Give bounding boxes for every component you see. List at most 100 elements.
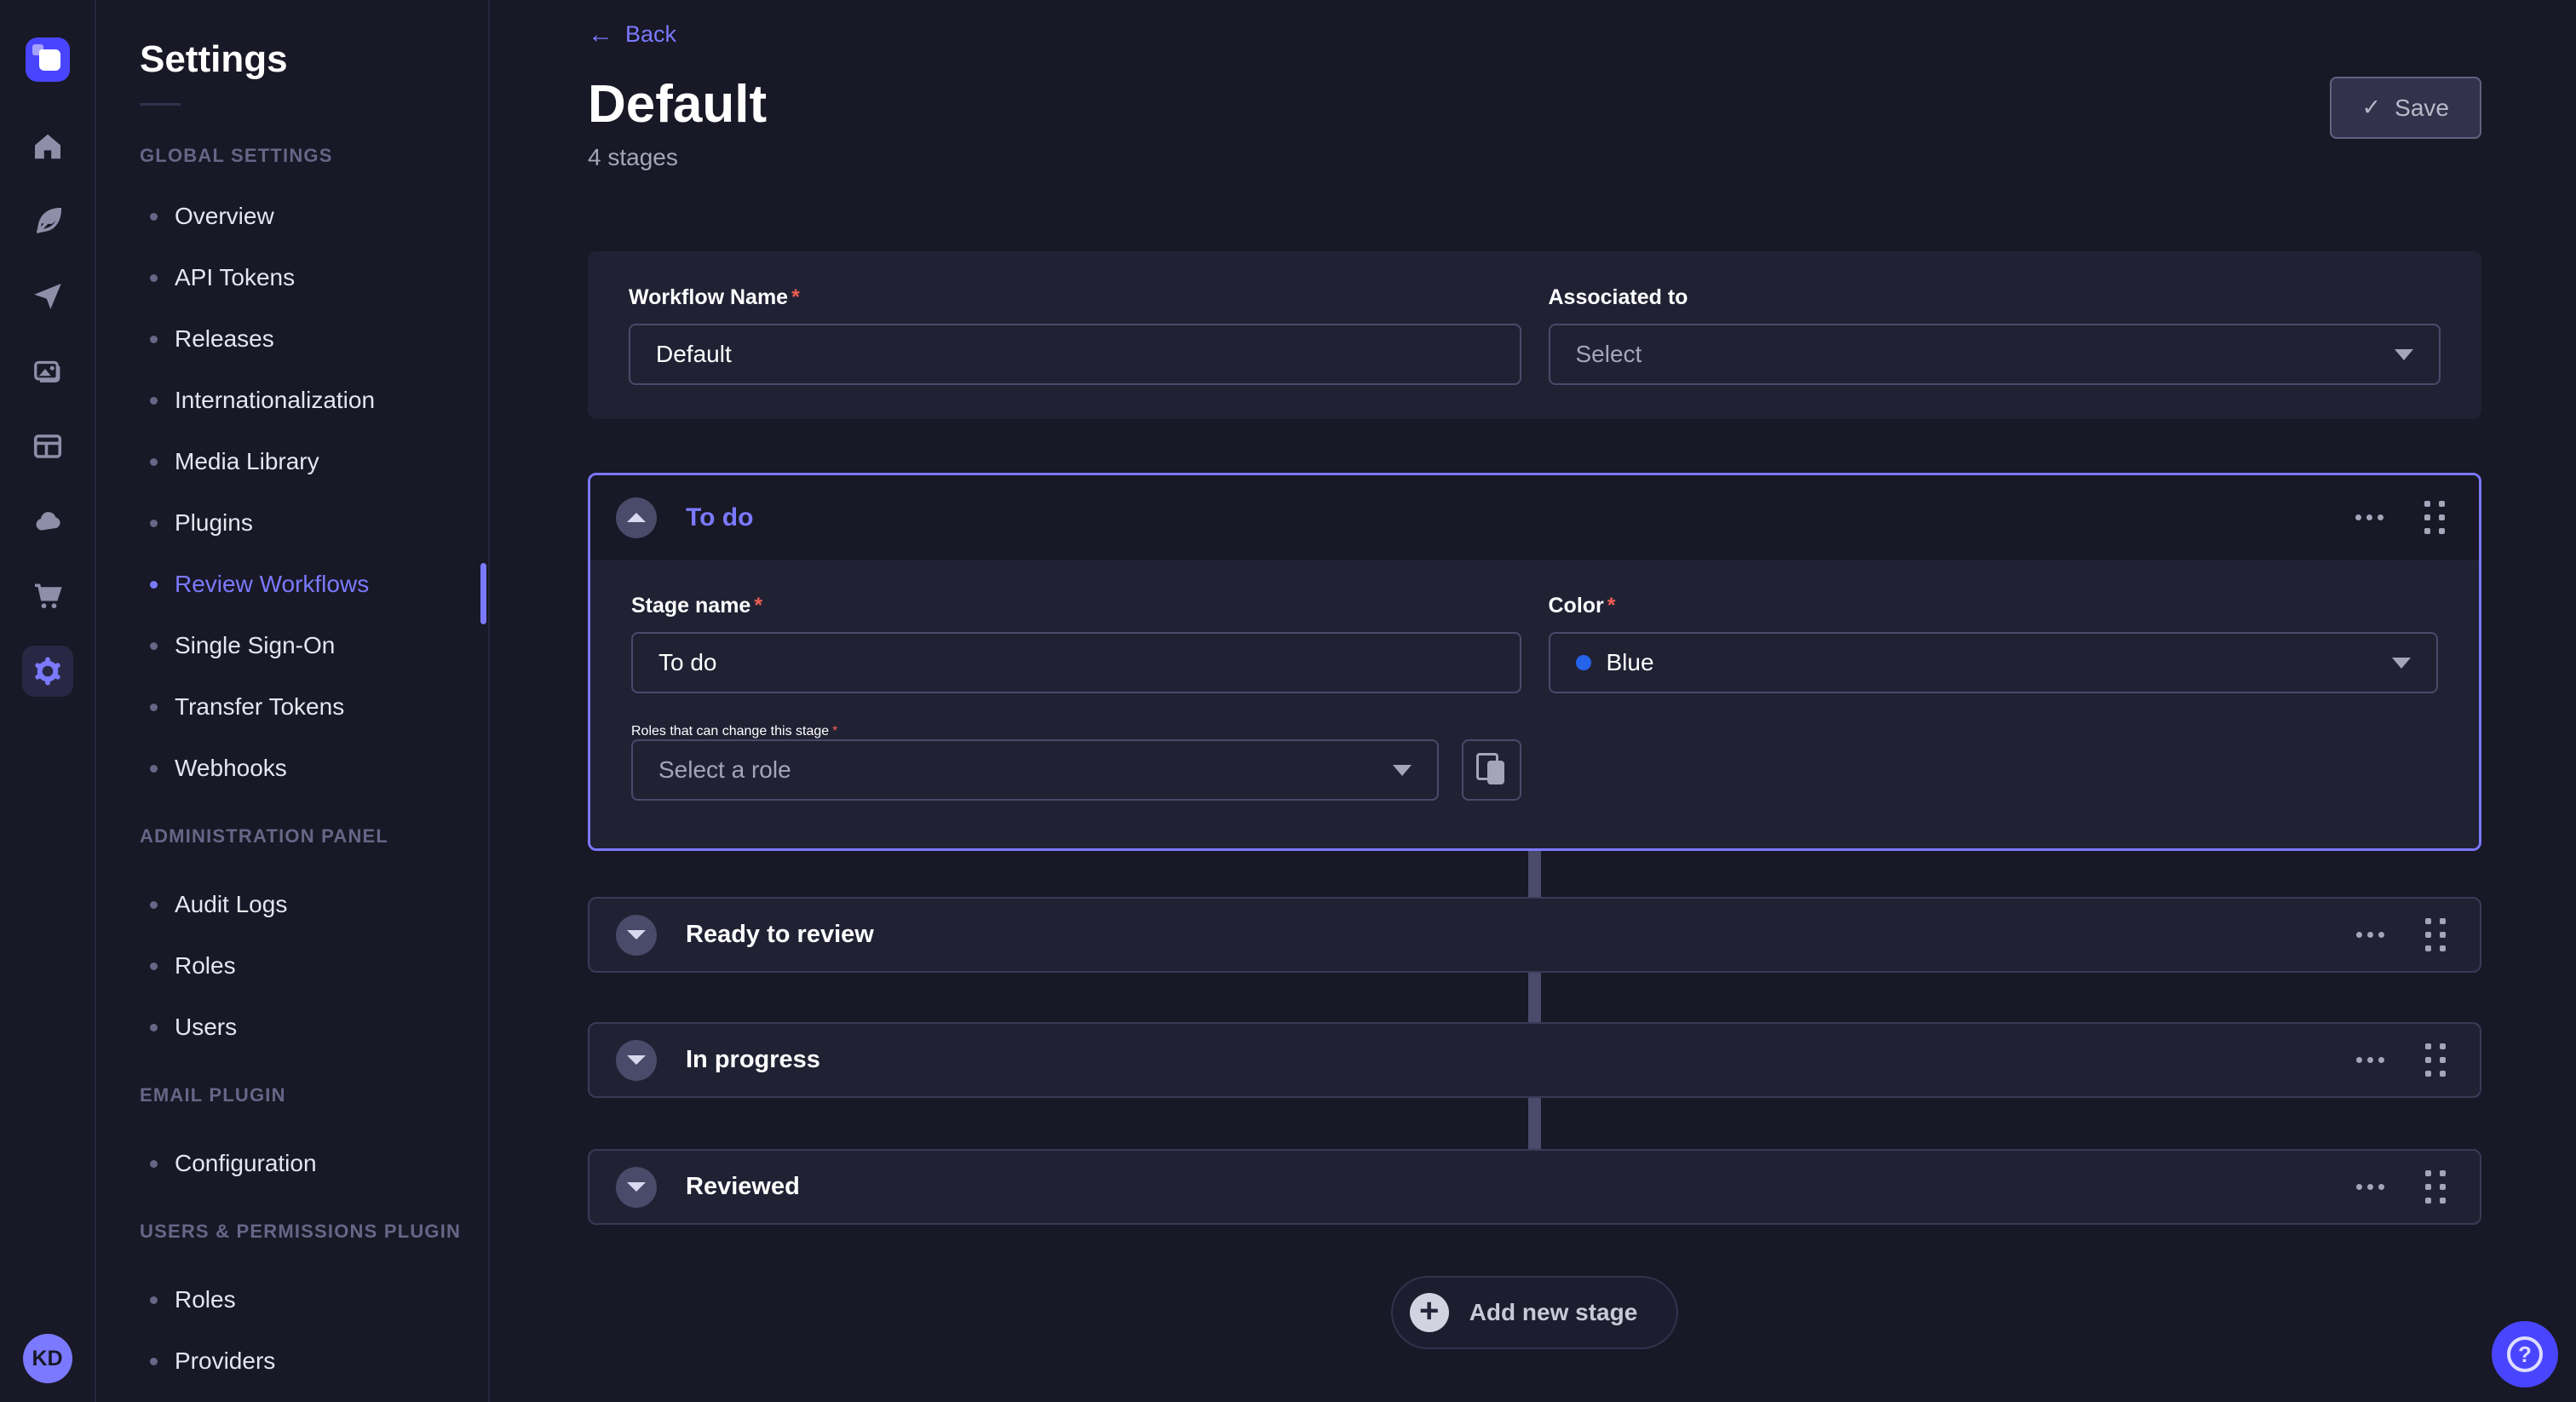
stage-header-to-do: To do: [590, 475, 2479, 560]
workflow-name-label: Workflow Name*: [629, 285, 1521, 310]
blue-color-dot-icon: [1576, 655, 1591, 670]
chevron-down-icon: [2395, 349, 2413, 360]
settings-sidebar: Settings GLOBAL SETTINGS Overview API To…: [96, 0, 490, 1402]
add-stage-row: + Add new stage: [588, 1276, 2481, 1349]
active-item-indicator: [480, 563, 486, 624]
stage-options-menu-button[interactable]: [2354, 509, 2385, 526]
home-icon[interactable]: [22, 121, 73, 172]
sidebar-title: Settings: [140, 39, 488, 80]
chevron-down-icon: [627, 1182, 646, 1192]
sidebar-item-admin-users[interactable]: Users: [96, 997, 488, 1058]
bullet-icon: [150, 520, 158, 527]
stage-roles-label: Roles that can change this stage*: [631, 724, 837, 738]
nav-rail: KD: [0, 0, 96, 1402]
sidebar-item-plugins[interactable]: Plugins: [96, 492, 488, 554]
stage-connector-line: [1528, 973, 1541, 1022]
media-library-icon[interactable]: [22, 346, 73, 397]
question-mark-icon: ?: [2507, 1336, 2543, 1372]
sidebar-item-up-providers[interactable]: Providers: [96, 1330, 488, 1392]
strapi-logo-icon[interactable]: [26, 37, 70, 82]
sidebar-item-api-tokens[interactable]: API Tokens: [96, 247, 488, 308]
bullet-icon: [150, 962, 158, 970]
expand-stage-button[interactable]: [616, 1040, 657, 1081]
bullet-icon: [150, 1296, 158, 1304]
content-manager-feather-icon[interactable]: [22, 196, 73, 247]
sidebar-item-single-sign-on[interactable]: Single Sign-On: [96, 615, 488, 676]
stage-card-reviewed: Reviewed: [588, 1149, 2481, 1225]
select-placeholder: Select: [1576, 341, 1642, 368]
chevron-up-icon: [627, 513, 646, 522]
sidebar-item-admin-roles[interactable]: Roles: [96, 935, 488, 997]
sidebar-item-webhooks[interactable]: Webhooks: [96, 738, 488, 799]
stage-options-menu-button[interactable]: [2355, 1179, 2386, 1195]
expand-stage-button[interactable]: [616, 915, 657, 956]
workflow-name-input[interactable]: [629, 324, 1521, 385]
sidebar-item-transfer-tokens[interactable]: Transfer Tokens: [96, 676, 488, 738]
stage-color-select[interactable]: Blue: [1549, 632, 2439, 693]
stage-name-label: Stage name*: [631, 594, 1521, 618]
stage-title: To do: [686, 503, 753, 532]
user-avatar[interactable]: KD: [23, 1334, 72, 1383]
help-button[interactable]: ?: [2492, 1321, 2558, 1388]
bullet-icon: [150, 642, 158, 650]
stage-name-input[interactable]: [631, 632, 1521, 693]
stage-body: Stage name* Color* Blue: [590, 560, 2479, 848]
stage-card-to-do: To do Stage name*: [588, 473, 2481, 851]
add-new-stage-button[interactable]: + Add new stage: [1391, 1276, 1679, 1349]
bullet-icon: [150, 274, 158, 282]
stage-header-actions: [2355, 918, 2446, 951]
stage-roles-field: Roles that can change this stage* Select…: [631, 724, 1521, 801]
sidebar-item-up-roles[interactable]: Roles: [96, 1269, 488, 1330]
chevron-down-icon: [627, 930, 646, 939]
bullet-icon: [150, 213, 158, 221]
stage-header-actions: [2355, 1043, 2446, 1077]
cloud-icon[interactable]: [22, 496, 73, 547]
duplicate-roles-button[interactable]: [1462, 739, 1521, 801]
collapse-stage-button[interactable]: [616, 497, 657, 538]
associated-to-field: Associated to Select: [1549, 285, 2441, 385]
required-asterisk: *: [832, 724, 837, 738]
workflow-name-field: Workflow Name*: [629, 285, 1521, 385]
drag-handle-icon[interactable]: [2424, 501, 2445, 534]
settings-gear-icon[interactable]: [22, 646, 73, 697]
chevron-down-icon: [1393, 765, 1412, 776]
sidebar-item-internationalization[interactable]: Internationalization: [96, 370, 488, 431]
stage-title: In progress: [686, 1046, 820, 1074]
sidebar-item-review-workflows[interactable]: Review Workflows: [96, 554, 488, 615]
main-content: ← Back Default 4 stages ✓ Save Workflow …: [490, 0, 2576, 1402]
stage-name-field: Stage name*: [631, 594, 1521, 693]
drag-handle-icon[interactable]: [2425, 918, 2446, 951]
chevron-down-icon: [627, 1055, 646, 1065]
workflow-form-panel: Workflow Name* Associated to Select: [588, 251, 2481, 419]
paper-plane-icon[interactable]: [22, 271, 73, 322]
sidebar-item-overview[interactable]: Overview: [96, 186, 488, 247]
sidebar-item-releases[interactable]: Releases: [96, 308, 488, 370]
back-link[interactable]: ← Back: [588, 21, 676, 48]
sidebar-item-email-configuration[interactable]: Configuration: [96, 1133, 488, 1194]
stage-card-in-progress: In progress: [588, 1022, 2481, 1098]
expand-stage-button[interactable]: [616, 1167, 657, 1208]
bullet-icon: [150, 458, 158, 466]
back-label: Back: [625, 21, 676, 48]
stage-options-menu-button[interactable]: [2355, 927, 2386, 943]
sidebar-item-audit-logs[interactable]: Audit Logs: [96, 874, 488, 935]
sidebar-divider: [140, 103, 181, 106]
save-button[interactable]: ✓ Save: [2330, 77, 2481, 139]
bullet-icon: [150, 1160, 158, 1168]
page-subtitle: 4 stages: [588, 144, 767, 171]
stage-connector-line: [1528, 1098, 1541, 1149]
stage-roles-select[interactable]: Select a role: [631, 739, 1439, 801]
stage-options-menu-button[interactable]: [2355, 1052, 2386, 1068]
bullet-icon: [150, 581, 158, 589]
bullet-icon: [150, 1024, 158, 1031]
section-heading-global-settings: GLOBAL SETTINGS: [96, 145, 488, 167]
app-window: KD Settings GLOBAL SETTINGS Overview API…: [0, 0, 2576, 1402]
stage-color-label: Color*: [1549, 594, 2439, 618]
section-heading-email-plugin: EMAIL PLUGIN: [96, 1058, 488, 1133]
drag-handle-icon[interactable]: [2425, 1170, 2446, 1204]
marketplace-cart-icon[interactable]: [22, 571, 73, 622]
layout-icon[interactable]: [22, 421, 73, 472]
drag-handle-icon[interactable]: [2425, 1043, 2446, 1077]
associated-to-select[interactable]: Select: [1549, 324, 2441, 385]
sidebar-item-media-library[interactable]: Media Library: [96, 431, 488, 492]
